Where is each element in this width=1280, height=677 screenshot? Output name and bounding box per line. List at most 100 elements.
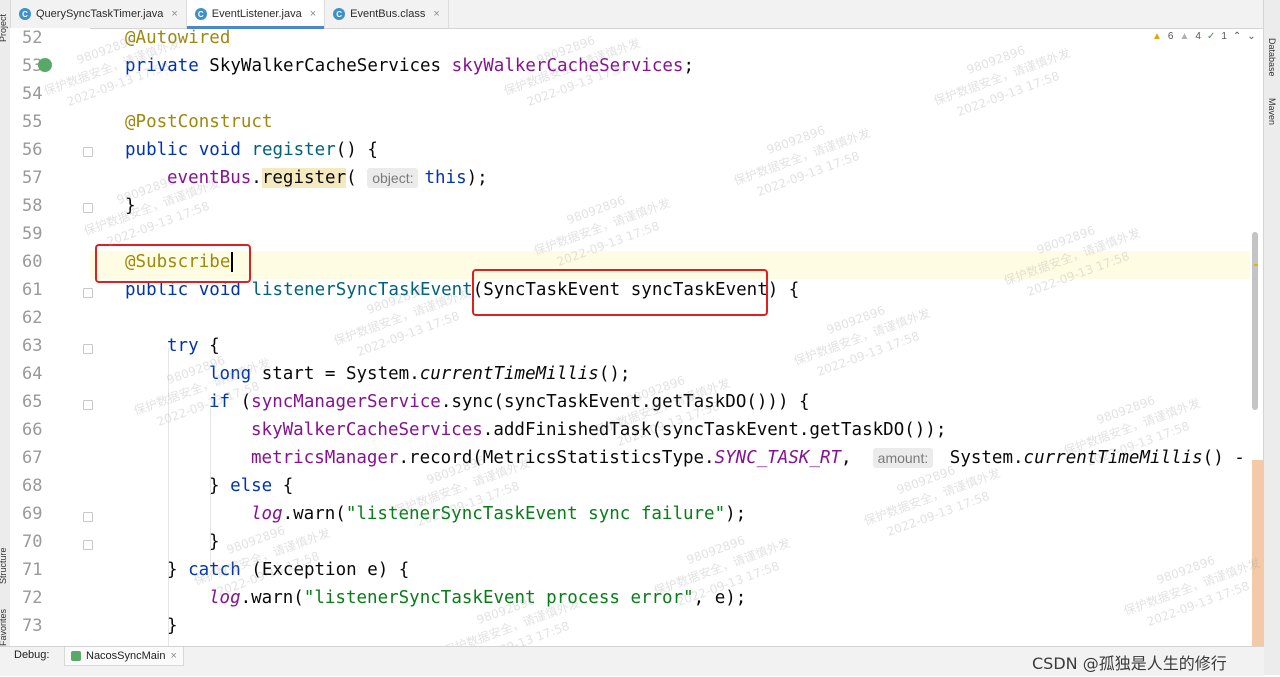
- debug-tool-bar: Debug: NacosSyncMain × CSDN @孤独是人生的修行: [0, 646, 1264, 676]
- punct: .: [251, 168, 262, 188]
- check-icon: ✓: [1206, 31, 1216, 42]
- weak-warning-icon: ▲: [1179, 31, 1190, 42]
- line-number: 56: [22, 140, 43, 160]
- debug-session-label: NacosSyncMain: [86, 650, 166, 662]
- keyword: else: [230, 476, 273, 496]
- code-line-53: private SkyWalkerCacheServices skyWalker…: [125, 52, 694, 80]
- tab-event-listener[interactable]: C EventListener.java ×: [186, 0, 326, 29]
- code-text: start = System.: [251, 364, 420, 384]
- code-line-57: eventBus.register( object: this);: [167, 164, 488, 192]
- class-icon: C: [333, 8, 346, 20]
- code-line-65: if (syncManagerService.sync(syncTaskEven…: [209, 388, 810, 416]
- code-line-52: @Autowired: [125, 28, 230, 52]
- tab-label: EventBus.class: [350, 8, 426, 20]
- line-number-gutter: 52 53 54 55 56 57 58 59 60 61 62 63 64 6…: [10, 28, 93, 646]
- ok-count: 1: [1221, 31, 1227, 42]
- code-text: .addFinishedTask(syncTaskEvent.getTaskDO…: [482, 420, 947, 440]
- string-literal: "listenerSyncTaskEvent sync failure": [345, 504, 726, 524]
- highlight-box-subscribe: [95, 244, 251, 283]
- punct: );: [466, 168, 488, 188]
- punct: }: [167, 616, 178, 636]
- favorites-tool-button[interactable]: Favorites: [0, 609, 8, 646]
- class-icon: C: [19, 8, 31, 20]
- field-name: skyWalkerCacheServices: [451, 56, 684, 76]
- punct: () {: [335, 140, 378, 160]
- keyword: void: [198, 280, 241, 300]
- punct: {: [198, 336, 220, 356]
- close-icon[interactable]: ×: [171, 8, 177, 20]
- keyword: try: [167, 336, 199, 356]
- footer-credit: CSDN @孤独是人生的修行: [1032, 654, 1227, 673]
- code-text: .record(MetricsStatisticsType.: [398, 448, 715, 468]
- code-line-55: @PostConstruct: [125, 108, 273, 136]
- inspection-widget[interactable]: ▲ 6 ▲ 4 ✓ 1 ⌃ ⌄: [1152, 31, 1256, 42]
- keyword: catch: [188, 560, 241, 580]
- keyword: public: [125, 140, 189, 160]
- line-number: 73: [22, 616, 43, 636]
- indent-guide: [168, 348, 169, 646]
- close-icon[interactable]: ×: [170, 650, 176, 662]
- punct: }: [209, 532, 220, 552]
- method-name: listenerSyncTaskEvent: [240, 280, 473, 300]
- tab-event-bus[interactable]: C EventBus.class ×: [325, 0, 449, 28]
- line-number: 71: [22, 560, 43, 580]
- project-tool-button[interactable]: Project: [0, 14, 8, 42]
- method-name: register: [240, 140, 336, 160]
- punct: {: [272, 476, 294, 496]
- keyword: void: [198, 140, 241, 160]
- tab-label: EventListener.java: [211, 8, 302, 20]
- close-icon[interactable]: ×: [433, 8, 439, 20]
- string-literal: "listenerSyncTaskEvent process error": [303, 588, 694, 608]
- code-text: () - star: [1202, 448, 1245, 468]
- keyword: public: [125, 280, 189, 300]
- debug-session-tab[interactable]: NacosSyncMain ×: [64, 647, 184, 666]
- method-call: currentTimeMillis: [419, 364, 599, 384]
- line-number: 72: [22, 588, 43, 608]
- line-number: 64: [22, 364, 43, 384]
- right-tool-strip: Database Maven: [1263, 0, 1280, 675]
- line-number: 55: [22, 112, 43, 132]
- vertical-scrollbar[interactable]: [1252, 232, 1258, 410]
- field-name: eventBus: [167, 168, 252, 188]
- code-line-67: metricsManager.record(MetricsStatisticsT…: [251, 444, 1250, 472]
- punct: ();: [598, 364, 631, 384]
- enum-constant: SYNC_TASK_RT: [714, 448, 842, 468]
- punct: {: [778, 280, 800, 300]
- chevron-up-icon[interactable]: ⌃: [1233, 31, 1241, 42]
- punct: }: [209, 476, 231, 496]
- punct: }: [125, 196, 136, 216]
- line-number: 67: [22, 448, 43, 468]
- warning-count: 6: [1167, 31, 1174, 42]
- structure-tool-button[interactable]: Structure: [0, 547, 8, 584]
- editor-tab-bar: C QuerySyncTaskTimer.java × C EventListe…: [0, 0, 1264, 29]
- line-number: 62: [22, 308, 43, 328]
- side-panel-strip: [1252, 460, 1264, 655]
- line-number: 69: [22, 504, 43, 524]
- maven-tool-button[interactable]: Maven: [1267, 98, 1277, 125]
- spring-bean-icon[interactable]: [38, 58, 52, 72]
- code-text: .warn(: [282, 504, 346, 524]
- code-editor[interactable]: @Autowired private SkyWalkerCacheService…: [90, 28, 1250, 646]
- code-line-63: try {: [167, 332, 220, 360]
- error-stripe-marker[interactable]: [1254, 264, 1258, 266]
- run-config-icon: [71, 651, 81, 661]
- chevron-down-icon[interactable]: ⌄: [1247, 31, 1255, 42]
- code-line-66: skyWalkerCacheServices.addFinishedTask(s…: [251, 416, 946, 444]
- keyword: private: [125, 56, 199, 76]
- line-number: 59: [22, 224, 43, 244]
- line-number: 65: [22, 392, 43, 412]
- code-line-72: log.warn("listenerSyncTaskEvent process …: [209, 584, 746, 612]
- line-number: 57: [22, 168, 43, 188]
- annotation: @PostConstruct: [125, 112, 273, 132]
- punct: ,: [841, 448, 852, 468]
- line-number: 70: [22, 532, 43, 552]
- keyword: this: [424, 168, 467, 188]
- close-icon[interactable]: ×: [310, 8, 316, 20]
- code-text: .sync(syncTaskEvent.getTaskDO())) {: [440, 392, 810, 412]
- database-tool-button[interactable]: Database: [1267, 38, 1277, 77]
- method-call: currentTimeMillis: [1023, 448, 1203, 468]
- field-name: log: [251, 504, 283, 524]
- punct: (: [230, 392, 252, 412]
- keyword: if: [209, 392, 231, 412]
- code-line-70: }: [209, 528, 220, 556]
